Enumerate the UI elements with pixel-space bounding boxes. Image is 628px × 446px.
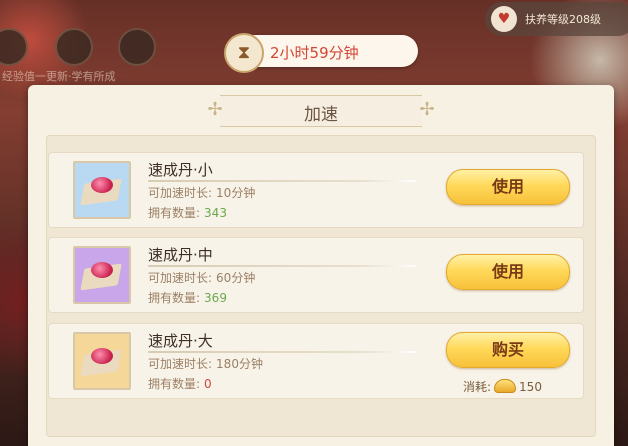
bg-menu-icon-3	[118, 28, 156, 66]
item-card-small: 速成丹·小 可加速时长: 10分钟 拥有数量: 343 使用	[48, 152, 584, 228]
duration-row: 可加速时长: 60分钟	[148, 269, 255, 286]
duration-row: 可加速时长: 180分钟	[148, 355, 263, 372]
bg-menu-icon-2	[55, 28, 93, 66]
item-name: 速成丹·大	[148, 332, 213, 350]
duration-label: 可加速时长:	[148, 357, 213, 371]
count-row: 拥有数量: 369	[148, 289, 227, 306]
duration-value: 10分钟	[216, 186, 256, 200]
item-card-large: 速成丹·大 可加速时长: 180分钟 拥有数量: 0 购买 消耗: 150	[48, 323, 584, 399]
remaining-time-text: 2小时59分钟	[270, 44, 359, 62]
gold-ingot-icon	[494, 379, 517, 393]
use-button[interactable]: 使用	[446, 254, 570, 290]
pill-large-icon	[73, 332, 131, 390]
divider	[148, 265, 416, 267]
purchase-cost: 消耗: 150	[463, 378, 542, 395]
buy-button[interactable]: 购买	[446, 332, 570, 368]
pill-small-icon	[73, 161, 131, 219]
duration-label: 可加速时长:	[148, 186, 213, 200]
count-value: 369	[204, 291, 227, 305]
duration-label: 可加速时长:	[148, 271, 213, 285]
duration-row: 可加速时长: 10分钟	[148, 184, 255, 201]
count-row: 拥有数量: 0	[148, 375, 212, 392]
divider	[148, 180, 416, 182]
count-row: 拥有数量: 343	[148, 204, 227, 221]
duration-value: 180分钟	[216, 357, 263, 371]
nurture-level-label: 扶养等级208级	[525, 13, 601, 26]
use-button[interactable]: 使用	[446, 169, 570, 205]
duration-value: 60分钟	[216, 271, 256, 285]
dialog-title: 加速	[304, 105, 338, 125]
heart-icon: ♥	[491, 6, 517, 32]
remaining-time-pill: ⧗ 2小时59分钟	[224, 33, 418, 73]
item-name: 速成丹·小	[148, 161, 213, 179]
nurture-level-badge: ♥ 扶养等级208级	[485, 2, 628, 36]
speedup-dialog: ✢ ✢ 加速 速成丹·小 可加速时长: 10分钟 拥有数量: 343 使用 速成丹·…	[28, 85, 614, 446]
cost-value: 150	[519, 380, 542, 394]
cost-label: 消耗:	[463, 380, 492, 394]
count-label: 拥有数量:	[148, 291, 201, 305]
dialog-title-plate: ✢ ✢ 加速	[204, 95, 438, 127]
count-label: 拥有数量:	[148, 377, 201, 391]
item-card-medium: 速成丹·中 可加速时长: 60分钟 拥有数量: 369 使用	[48, 237, 584, 313]
count-label: 拥有数量:	[148, 206, 201, 220]
pill-medium-icon	[73, 246, 131, 304]
count-value: 0	[204, 377, 212, 391]
hourglass-icon: ⧗	[224, 33, 264, 73]
divider	[148, 351, 416, 353]
count-value: 343	[204, 206, 227, 220]
item-name: 速成丹·中	[148, 246, 213, 264]
bg-caption: 经验值一更新·学有所成	[2, 70, 116, 83]
